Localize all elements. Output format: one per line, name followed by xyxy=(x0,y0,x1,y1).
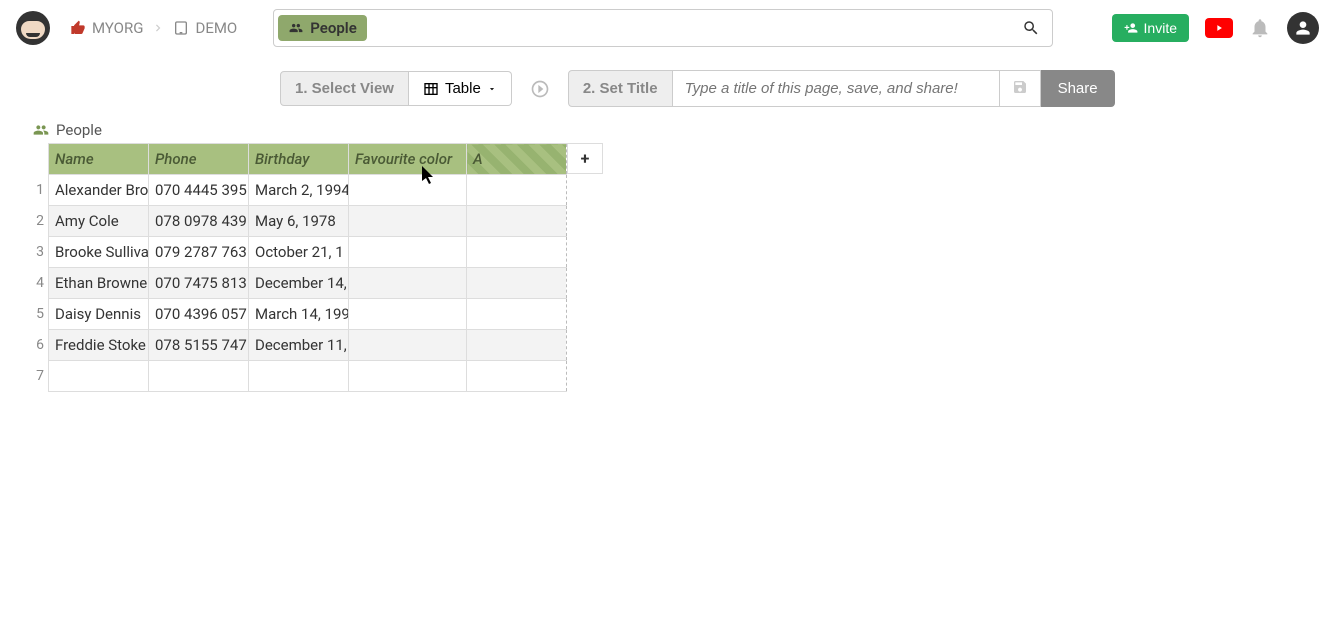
table-view-dropdown[interactable]: Table xyxy=(409,71,512,106)
cell[interactable] xyxy=(49,361,149,392)
cell[interactable]: March 14, 199 xyxy=(249,299,349,330)
cell[interactable] xyxy=(467,206,567,237)
user-plus-icon xyxy=(1124,21,1138,35)
search-icon[interactable] xyxy=(1022,19,1040,37)
cell[interactable]: 070 4396 057 xyxy=(149,299,249,330)
cell[interactable] xyxy=(467,237,567,268)
cell[interactable] xyxy=(349,330,467,361)
people-icon xyxy=(288,21,304,35)
row-numbers: 1 2 3 4 5 6 7 xyxy=(30,143,48,392)
cell[interactable]: December 11, xyxy=(249,330,349,361)
caret-down-icon xyxy=(487,84,497,94)
row-number[interactable]: 3 xyxy=(30,236,48,267)
table-row: Alexander Bro070 4445 395March 2, 1994 xyxy=(49,175,567,206)
people-icon xyxy=(32,122,50,138)
select-view-label: 1. Select View xyxy=(280,71,409,106)
view-toolbar: 1. Select View Table 2. Set Title Share xyxy=(0,56,1335,121)
table-label: Table xyxy=(445,80,481,97)
cell[interactable] xyxy=(467,299,567,330)
cell[interactable]: October 21, 1 xyxy=(249,237,349,268)
row-number[interactable]: 5 xyxy=(30,298,48,329)
cell[interactable]: Freddie Stoke xyxy=(49,330,149,361)
set-title-group: 2. Set Title Share xyxy=(568,70,1115,107)
row-number[interactable]: 2 xyxy=(30,205,48,236)
bell-icon[interactable] xyxy=(1249,17,1271,39)
save-button[interactable] xyxy=(999,70,1041,107)
cell[interactable] xyxy=(467,330,567,361)
table-row: Daisy Dennis070 4396 057March 14, 199 xyxy=(49,299,567,330)
chevron-right-icon xyxy=(151,21,165,35)
breadcrumb-org[interactable]: MYORG xyxy=(70,19,143,37)
cell[interactable] xyxy=(349,361,467,392)
table-row xyxy=(49,361,567,392)
table-icon xyxy=(423,81,439,97)
cell[interactable]: 070 4445 395 xyxy=(149,175,249,206)
cell[interactable]: 079 2787 763 xyxy=(149,237,249,268)
breadcrumb-page[interactable]: DEMO xyxy=(173,19,237,37)
set-title-label: 2. Set Title xyxy=(568,70,673,107)
column-header-name[interactable]: Name xyxy=(49,144,149,175)
column-header-a[interactable]: A xyxy=(467,144,567,175)
invite-button[interactable]: Invite xyxy=(1112,14,1189,42)
row-number[interactable]: 1 xyxy=(30,174,48,205)
topbar-actions: Invite xyxy=(1112,12,1319,44)
data-grid: 1 2 3 4 5 6 7 Name Phone Birthday Favour… xyxy=(30,143,1335,392)
select-view-group: 1. Select View Table xyxy=(280,71,512,106)
sheet-title: People xyxy=(32,121,1335,139)
row-number[interactable]: 6 xyxy=(30,329,48,360)
cell[interactable] xyxy=(349,268,467,299)
cell[interactable] xyxy=(349,237,467,268)
cell[interactable] xyxy=(467,268,567,299)
search-bar[interactable]: People xyxy=(273,9,1053,47)
search-tag-label: People xyxy=(310,19,357,37)
search-tag-people[interactable]: People xyxy=(278,15,367,41)
cell[interactable]: Daisy Dennis xyxy=(49,299,149,330)
sheet-area: People 1 2 3 4 5 6 7 Name Phone Birthday xyxy=(0,121,1335,392)
cell[interactable]: Ethan Browne xyxy=(49,268,149,299)
cell[interactable] xyxy=(349,299,467,330)
breadcrumb: MYORG DEMO xyxy=(70,19,237,37)
table-row: Freddie Stoke078 5155 747December 11, xyxy=(49,330,567,361)
table-row: Ethan Browne070 7475 813December 14, xyxy=(49,268,567,299)
column-header-phone[interactable]: Phone xyxy=(149,144,249,175)
row-number[interactable]: 7 xyxy=(30,360,48,391)
data-table: Name Phone Birthday Favourite color A Al… xyxy=(48,143,567,392)
title-input[interactable] xyxy=(673,70,999,107)
app-logo[interactable] xyxy=(16,11,50,45)
column-header-birthday[interactable]: Birthday xyxy=(249,144,349,175)
invite-label: Invite xyxy=(1144,20,1177,36)
cell[interactable] xyxy=(467,361,567,392)
cell[interactable]: 070 7475 813 xyxy=(149,268,249,299)
topbar: MYORG DEMO People Invite xyxy=(0,0,1335,56)
cell[interactable]: May 6, 1978 xyxy=(249,206,349,237)
table-row: Brooke Sulliva079 2787 763October 21, 1 xyxy=(49,237,567,268)
arrow-right-circle-icon xyxy=(530,79,550,99)
cell[interactable] xyxy=(349,206,467,237)
cell[interactable]: Amy Cole xyxy=(49,206,149,237)
cell[interactable] xyxy=(467,175,567,206)
cell[interactable] xyxy=(149,361,249,392)
breadcrumb-page-label: DEMO xyxy=(195,19,237,37)
cell[interactable] xyxy=(249,361,349,392)
youtube-icon[interactable] xyxy=(1205,18,1233,38)
cell[interactable] xyxy=(349,175,467,206)
cell[interactable]: Alexander Bro xyxy=(49,175,149,206)
cell[interactable]: 078 0978 439 xyxy=(149,206,249,237)
sheet-title-label: People xyxy=(56,121,102,139)
add-column-button[interactable]: + xyxy=(567,143,603,174)
avatar[interactable] xyxy=(1287,12,1319,44)
cell[interactable]: 078 5155 747 xyxy=(149,330,249,361)
cell[interactable]: December 14, xyxy=(249,268,349,299)
table-row: Amy Cole078 0978 439May 6, 1978 xyxy=(49,206,567,237)
share-button[interactable]: Share xyxy=(1041,70,1115,107)
cell[interactable]: Brooke Sulliva xyxy=(49,237,149,268)
save-icon xyxy=(1012,79,1028,95)
cell[interactable]: March 2, 1994 xyxy=(249,175,349,206)
breadcrumb-org-label: MYORG xyxy=(92,19,143,37)
row-number[interactable]: 4 xyxy=(30,267,48,298)
tablet-icon xyxy=(173,20,189,36)
thumbs-up-icon xyxy=(70,20,86,36)
column-header-favourite-color[interactable]: Favourite color xyxy=(349,144,467,175)
